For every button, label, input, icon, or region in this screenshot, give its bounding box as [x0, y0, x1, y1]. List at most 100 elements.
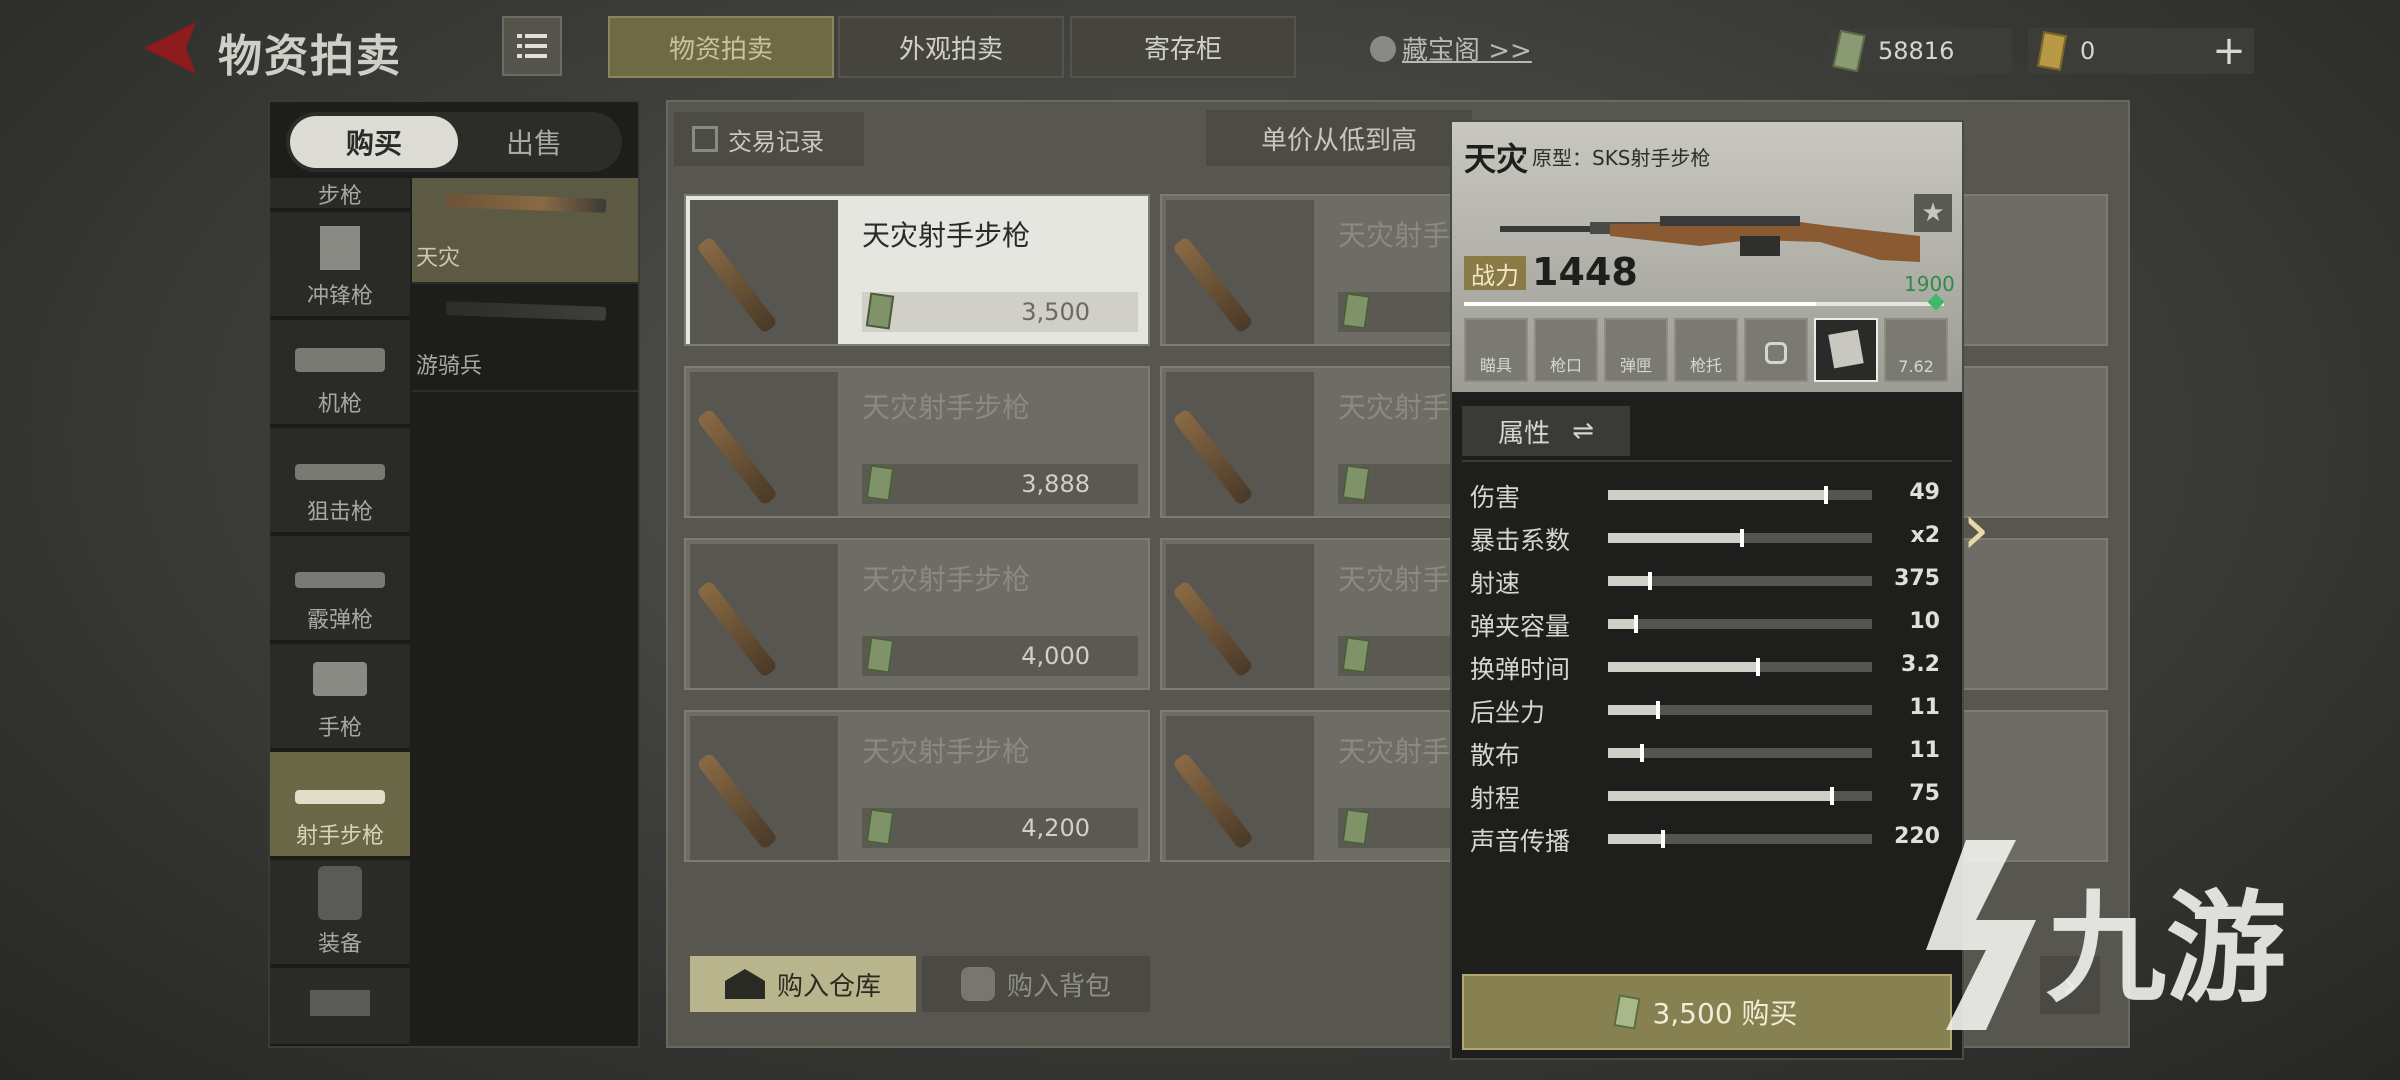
item-name: 天灾射手步枪 — [862, 735, 1031, 768]
slot-ammo[interactable]: 7.62 — [1884, 318, 1948, 382]
jiuyou-watermark-logo: 九游 — [1926, 840, 2286, 1030]
backpack-icon — [960, 967, 995, 1001]
stat-bar-fill — [1608, 662, 1756, 672]
stat-marker — [1756, 658, 1760, 676]
sub-item-tianzai[interactable]: 天灾 — [412, 178, 638, 284]
tab-material-auction[interactable]: 物资拍卖 — [608, 16, 834, 78]
vest-icon — [318, 866, 362, 920]
lock-icon — [1765, 342, 1787, 364]
category-label: 机枪 — [317, 392, 362, 417]
category-pistol[interactable]: 手枪 — [270, 644, 410, 750]
stat-name: 伤害 — [1470, 483, 1521, 512]
list-icon — [517, 34, 547, 58]
power-label: 战力 — [1464, 256, 1526, 290]
slot-lock[interactable] — [1744, 318, 1808, 382]
item-name: 天灾射手 — [1338, 391, 1451, 424]
back-arrow-icon[interactable] — [140, 18, 200, 78]
item-name: 天灾射手 — [1338, 735, 1451, 768]
stat-name: 散布 — [1470, 741, 1521, 770]
price-value: 3,500 — [1021, 298, 1090, 326]
rifle-icon — [696, 408, 778, 506]
buy-backpack-label: 购入背包 — [1006, 971, 1111, 1002]
stat-marker — [1824, 486, 1828, 504]
item-image — [690, 372, 838, 516]
stat-value: 11 — [1909, 695, 1940, 720]
stat-marker — [1656, 701, 1660, 719]
buy-to-backpack-button[interactable]: 购入背包 — [922, 956, 1150, 1012]
cash-icon — [1341, 464, 1371, 502]
skin-icon — [1828, 329, 1864, 369]
listing-card[interactable]: 天灾射手步枪 4,000 — [684, 538, 1150, 690]
menu-button[interactable] — [502, 16, 562, 76]
cash-icon — [865, 808, 895, 846]
listing-card[interactable]: 天灾射手步枪 3,888 — [684, 366, 1150, 518]
item-image — [1166, 200, 1314, 344]
slot-muzzle[interactable]: 枪口 — [1534, 318, 1598, 382]
item-image — [1166, 372, 1314, 516]
stat-value: 10 — [1909, 609, 1940, 634]
slot-scope[interactable]: 瞄具 — [1464, 318, 1528, 382]
stat-marker — [1661, 830, 1665, 848]
cash-amount: 58816 — [1878, 37, 1955, 65]
item-price: 4,000 — [862, 636, 1138, 676]
attributes-label: 属性 — [1498, 418, 1551, 449]
category-equipment[interactable]: 装备 — [270, 860, 410, 966]
category-mg[interactable]: 机枪 — [270, 320, 410, 426]
sub-item-label: 天灾 — [416, 246, 461, 271]
power-max: 1900 — [1904, 272, 1955, 296]
stat-marker — [1740, 529, 1744, 547]
listing-card[interactable]: 天灾射手步枪 4,200 — [684, 710, 1150, 862]
stat-bar-fill — [1608, 533, 1740, 543]
ammo-icon — [310, 990, 370, 1016]
buy-button[interactable]: 3,500 购买 — [1462, 974, 1952, 1050]
star-icon: ★ — [1921, 198, 1945, 228]
stat-name: 暴击系数 — [1470, 526, 1571, 555]
attributes-tab[interactable]: 属性 ⇌ — [1462, 406, 1630, 456]
category-sniper[interactable]: 狙击枪 — [270, 428, 410, 534]
stat-bar-track — [1608, 619, 1872, 629]
rifle-icon — [1172, 408, 1254, 506]
category-smg[interactable]: 冲锋枪 — [270, 212, 410, 318]
trade-record-button[interactable]: 交易记录 — [674, 112, 864, 166]
favorite-button[interactable]: ★ — [1914, 194, 1952, 232]
category-shotgun[interactable]: 霰弹枪 — [270, 536, 410, 642]
treasure-icon — [1370, 35, 1396, 62]
sell-toggle[interactable]: 出售 — [450, 116, 618, 168]
category-marksman-rifle[interactable]: 射手步枪 — [270, 752, 410, 858]
cash-balance: 58816 — [1826, 28, 2012, 74]
tab-appearance-auction[interactable]: 外观拍卖 — [838, 16, 1064, 78]
listing-card[interactable]: 天灾射手步枪 3,500 — [684, 194, 1150, 346]
swap-icon: ⇌ — [1572, 416, 1594, 446]
treasure-pavilion-link[interactable]: 藏宝阁 >> — [1370, 30, 1532, 67]
stat-bar-fill — [1608, 705, 1656, 715]
buy-to-warehouse-button[interactable]: 购入仓库 — [690, 956, 916, 1012]
stat-value: 3.2 — [1901, 652, 1940, 677]
category-label: 射手步枪 — [295, 824, 384, 849]
buy-warehouse-label: 购入仓库 — [776, 971, 881, 1002]
category-rifle[interactable]: 步枪 — [270, 178, 410, 210]
cash-icon — [1613, 994, 1642, 1030]
slot-skin[interactable] — [1814, 318, 1878, 382]
slot-magazine[interactable]: 弹匣 — [1604, 318, 1668, 382]
add-currency-button[interactable]: + — [2204, 28, 2254, 74]
treasure-link-label: 藏宝阁 >> — [1402, 36, 1532, 66]
sort-dropdown[interactable]: 单价从低到高 — [1206, 110, 1472, 166]
item-name: 天灾射手步枪 — [862, 563, 1031, 596]
rifle-thumbnail — [445, 301, 607, 321]
cash-icon — [1341, 808, 1371, 846]
trade-record-label: 交易记录 — [728, 127, 824, 156]
stat-value: 49 — [1909, 480, 1940, 505]
sub-item-ranger[interactable]: 游骑兵 — [412, 286, 638, 392]
category-more[interactable] — [270, 968, 410, 1046]
item-image — [1166, 544, 1314, 688]
slot-stock[interactable]: 枪托 — [1674, 318, 1738, 382]
tab-locker[interactable]: 寄存柜 — [1070, 16, 1296, 78]
item-name: 天灾射手步枪 — [862, 391, 1031, 424]
cash-icon — [1832, 29, 1866, 73]
buy-toggle[interactable]: 购买 — [290, 116, 458, 168]
chevron-right-icon[interactable]: › — [1962, 488, 1990, 570]
watermark-text: 九游 — [2046, 880, 2286, 1019]
buy-button-label: 3,500 购买 — [1652, 997, 1798, 1030]
plus-icon: + — [2212, 28, 2246, 74]
stat-bar-fill — [1608, 834, 1661, 844]
